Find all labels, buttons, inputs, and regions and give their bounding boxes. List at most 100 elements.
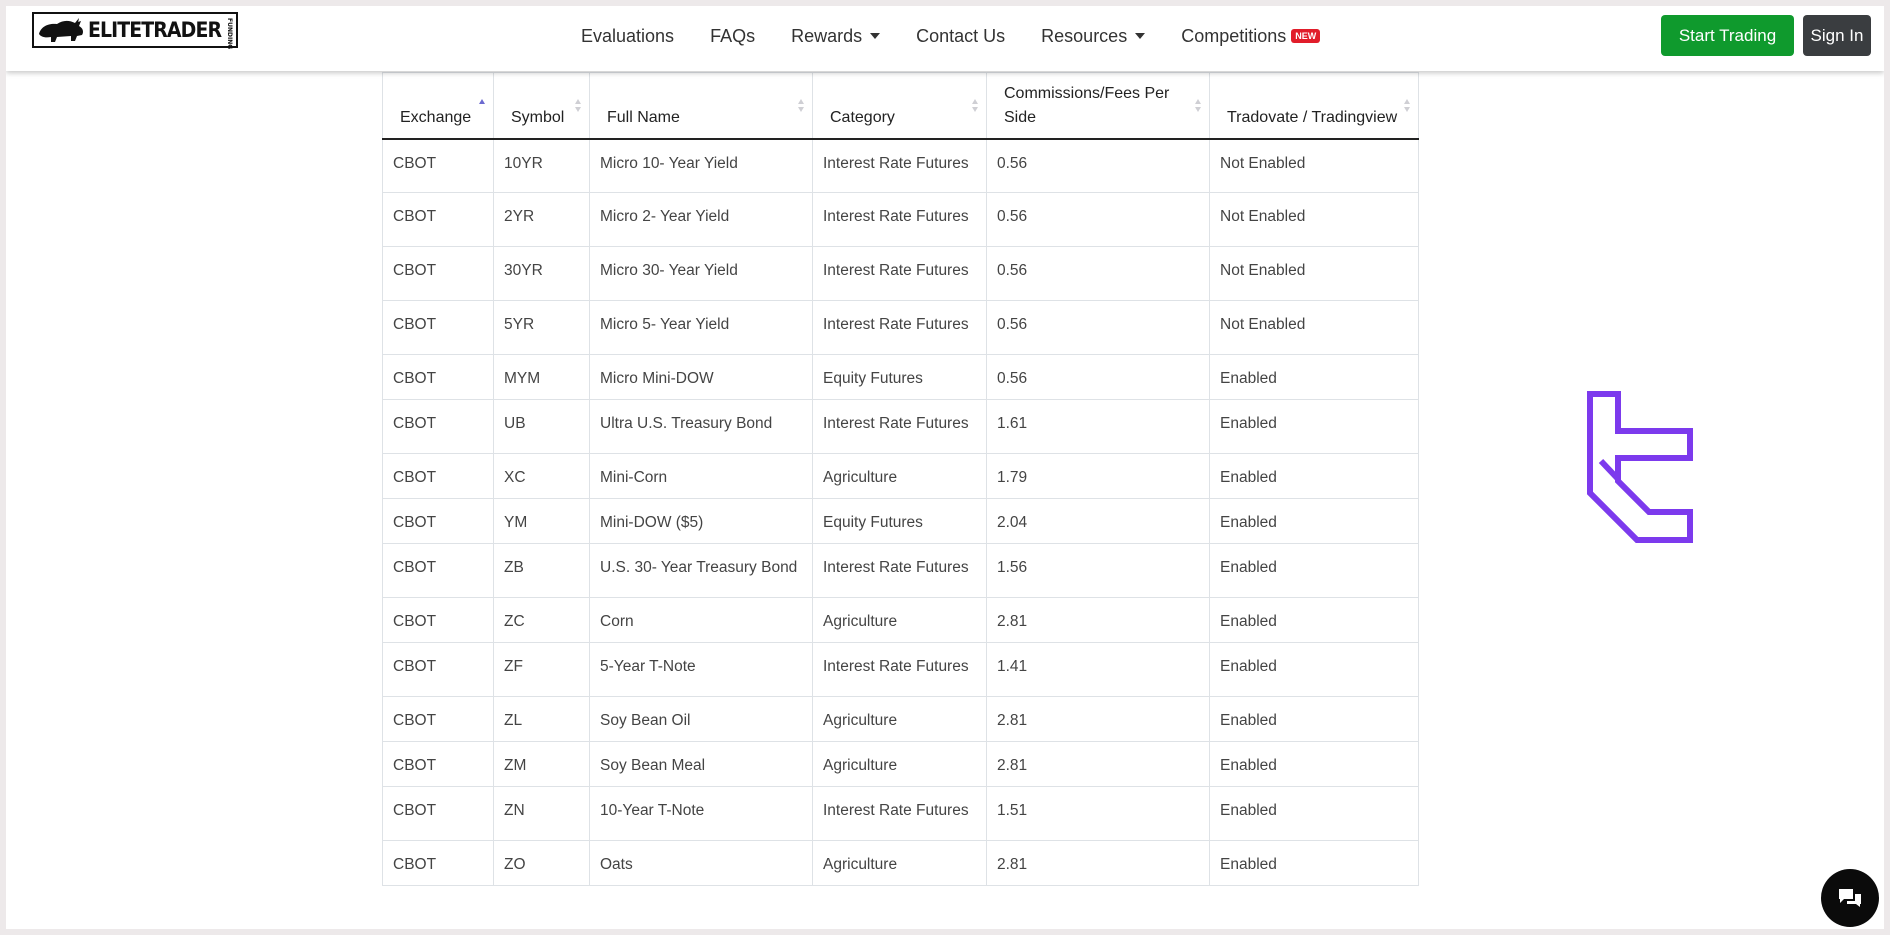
cell-commission: 2.81	[986, 696, 1210, 742]
cell-full-name: U.S. 30- Year Treasury Bond	[589, 543, 813, 598]
cell-exchange: CBOT	[382, 498, 494, 544]
cell-symbol: YM	[493, 498, 590, 544]
cell-commission: 1.79	[986, 453, 1210, 499]
table-row: CBOT ZF 5-Year T-Note Interest Rate Futures…	[382, 642, 1419, 697]
cell-category: Interest Rate Futures	[812, 192, 987, 247]
nav-rewards[interactable]: Rewards	[791, 25, 881, 47]
table-row: CBOT ZM Soy Bean Meal Agriculture 2.81 Enable…	[382, 741, 1419, 787]
cell-symbol: 5YR	[493, 300, 590, 355]
cell-exchange: CBOT	[382, 741, 494, 787]
cell-exchange: CBOT	[382, 453, 494, 499]
table-row: CBOT ZO Oats Agriculture 2.81 Enabled	[382, 840, 1419, 886]
cell-category: Interest Rate Futures	[812, 138, 987, 193]
cell-tradovate: Enabled	[1209, 642, 1419, 697]
cell-full-name: Micro 5- Year Yield	[589, 300, 813, 355]
cell-full-name: 10-Year T-Note	[589, 786, 813, 841]
cell-category: Agriculture	[812, 696, 987, 742]
nav-faqs[interactable]: FAQs	[710, 26, 755, 47]
cell-symbol: XC	[493, 453, 590, 499]
cell-commission: 2.81	[986, 840, 1210, 886]
cell-tradovate: Enabled	[1209, 696, 1419, 742]
cell-symbol: MYM	[493, 354, 590, 400]
cell-category: Agriculture	[812, 597, 987, 643]
logo-wordmark: ELITETRADER	[88, 18, 222, 42]
cell-tradovate: Not Enabled	[1209, 300, 1419, 355]
nav-contact-us[interactable]: Contact Us	[916, 26, 1005, 47]
cell-exchange: CBOT	[382, 642, 494, 697]
table-row: CBOT XC Mini-Corn Agriculture 1.79 Enabled	[382, 453, 1419, 499]
cell-exchange: CBOT	[382, 840, 494, 886]
start-trading-button[interactable]: Start Trading	[1661, 15, 1794, 56]
sort-asc-icon	[479, 99, 485, 113]
table-row: CBOT 30YR Micro 30- Year Yield Interest Rat…	[382, 246, 1419, 301]
column-header-category[interactable]: Category	[812, 72, 987, 140]
cell-exchange: CBOT	[382, 696, 494, 742]
chat-button[interactable]	[1821, 869, 1879, 927]
nav-evaluations[interactable]: Evaluations	[581, 26, 674, 47]
nav-resources[interactable]: Resources	[1041, 25, 1146, 47]
nav-competitions[interactable]: Competitions NEW	[1181, 25, 1321, 47]
cell-symbol: UB	[493, 399, 590, 454]
cell-category: Equity Futures	[812, 498, 987, 544]
instruments-table: Exchange Symbol Full Name Category Commi…	[382, 72, 1419, 886]
cell-full-name: 5-Year T-Note	[589, 642, 813, 697]
cell-full-name: Oats	[589, 840, 813, 886]
sort-icon	[575, 99, 581, 113]
column-header-commissions[interactable]: Commissions/Fees Per Side	[986, 72, 1210, 140]
cell-full-name: Micro 2- Year Yield	[589, 192, 813, 247]
nav-evaluations-label: Evaluations	[581, 25, 675, 46]
column-header-tradovate[interactable]: Tradovate / Tradingview	[1209, 72, 1419, 140]
table-row: CBOT MYM Micro Mini-DOW Equity Futures 0.56 E…	[382, 354, 1419, 400]
cell-commission: 0.56	[986, 192, 1210, 247]
table-row: CBOT ZL Soy Bean Oil Agriculture 2.81 Enabled	[382, 696, 1419, 742]
cell-tradovate: Enabled	[1209, 597, 1419, 643]
sort-icon	[972, 99, 978, 113]
cell-commission: 2.81	[986, 597, 1210, 643]
cell-commission: 0.56	[986, 300, 1210, 355]
instruments-table-container: Exchange Symbol Full Name Category Commi…	[382, 72, 1419, 886]
site-logo[interactable]: ELITETRADER FUNDING	[32, 12, 238, 50]
table-row: CBOT ZB U.S. 30- Year Treasury Bond Interes…	[382, 543, 1419, 598]
cell-exchange: CBOT	[382, 399, 494, 454]
cell-tradovate: Enabled	[1209, 399, 1419, 454]
header-label: Full Name	[607, 108, 680, 126]
table-row: CBOT 10YR Micro 10- Year Yield Interest Rat…	[382, 138, 1419, 193]
cell-full-name: Micro 30- Year Yield	[589, 246, 813, 301]
nav-resources-label: Resources	[1041, 25, 1128, 46]
header-label: Tradovate / Tradingview	[1227, 108, 1398, 126]
cell-tradovate: Enabled	[1209, 741, 1419, 787]
cell-exchange: CBOT	[382, 786, 494, 841]
cell-tradovate: Not Enabled	[1209, 138, 1419, 193]
column-header-symbol[interactable]: Symbol	[493, 72, 590, 140]
column-header-full-name[interactable]: Full Name	[589, 72, 813, 140]
cell-exchange: CBOT	[382, 246, 494, 301]
logo-side-text: FUNDING	[226, 18, 233, 50]
cell-category: Interest Rate Futures	[812, 543, 987, 598]
cell-full-name: Corn	[589, 597, 813, 643]
cell-symbol: ZC	[493, 597, 590, 643]
tradingfinder-logo-icon	[1587, 391, 1693, 547]
cell-category: Interest Rate Futures	[812, 246, 987, 301]
chat-bubble-icon	[1839, 889, 1861, 907]
cell-tradovate: Not Enabled	[1209, 192, 1419, 247]
table-row: CBOT 5YR Micro 5- Year Yield Interest Rate …	[382, 300, 1419, 355]
cell-symbol: ZL	[493, 696, 590, 742]
cell-exchange: CBOT	[382, 597, 494, 643]
header-label: Category	[830, 108, 895, 126]
cell-tradovate: Not Enabled	[1209, 246, 1419, 301]
cell-full-name: Mini-DOW ($5)	[589, 498, 813, 544]
cell-category: Agriculture	[812, 840, 987, 886]
main-nav: Evaluations FAQs Rewards Contact Us Reso…	[581, 6, 1356, 66]
cell-tradovate: Enabled	[1209, 498, 1419, 544]
table-row: CBOT UB Ultra U.S. Treasury Bond Interest R…	[382, 399, 1419, 454]
nav-rewards-label: Rewards	[791, 25, 863, 46]
cell-tradovate: Enabled	[1209, 354, 1419, 400]
sign-in-button[interactable]: Sign In	[1803, 15, 1871, 56]
cell-symbol: ZF	[493, 642, 590, 697]
cell-category: Interest Rate Futures	[812, 786, 987, 841]
cell-commission: 0.56	[986, 246, 1210, 301]
cell-symbol: ZB	[493, 543, 590, 598]
nav-competitions-label: Competitions	[1181, 25, 1287, 46]
column-header-exchange[interactable]: Exchange	[382, 72, 494, 140]
chevron-down-icon	[1135, 33, 1146, 39]
